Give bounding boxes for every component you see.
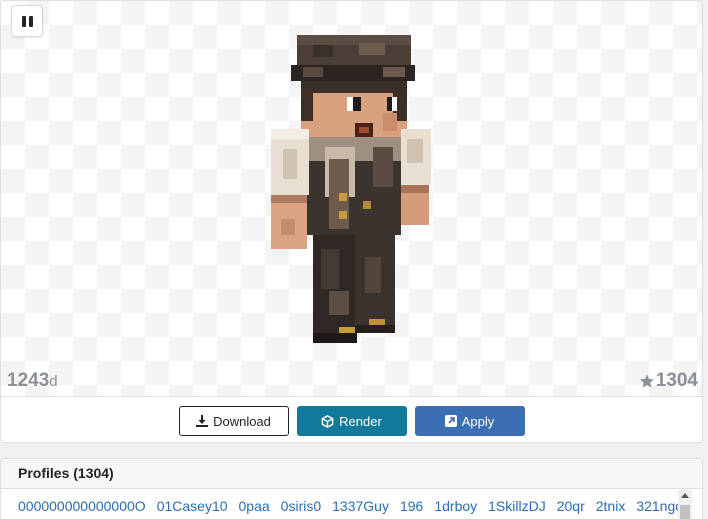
profiles-list: 000000000000000O 01Casey10 0paa 0siris0 1337… bbox=[1, 489, 702, 519]
scroll-thumb[interactable] bbox=[680, 505, 690, 519]
skin-render bbox=[271, 35, 431, 343]
profile-link[interactable]: 2tnix bbox=[596, 498, 626, 514]
profile-link[interactable]: 1337Guy bbox=[332, 498, 389, 514]
apply-button[interactable]: Apply bbox=[414, 406, 525, 436]
days-value: 1243 bbox=[7, 370, 50, 391]
days-counter: 1243d bbox=[7, 370, 58, 392]
days-unit: d bbox=[49, 373, 58, 390]
profile-link[interactable]: 0paa bbox=[239, 498, 270, 514]
profiles-card: Profiles (1304) 000000000000000O 01Casey1… bbox=[0, 458, 703, 519]
render-label: Render bbox=[339, 413, 382, 429]
download-icon bbox=[196, 415, 209, 427]
skin-3d-viewer[interactable]: 1243d 1304 bbox=[1, 1, 702, 397]
scroll-up-icon[interactable] bbox=[681, 493, 689, 498]
favorites-value: 1304 bbox=[655, 370, 698, 391]
profile-link[interactable]: 20qr bbox=[557, 498, 585, 514]
profile-link[interactable]: 1SkillzDJ bbox=[488, 498, 546, 514]
profile-link[interactable]: 321ngo bbox=[636, 498, 683, 514]
profile-link[interactable]: 196 bbox=[400, 498, 423, 514]
action-bar: Download Render Apply bbox=[1, 406, 702, 436]
profile-link[interactable]: 0siris0 bbox=[281, 498, 321, 514]
profile-link[interactable]: 1drboy bbox=[434, 498, 477, 514]
apply-label: Apply bbox=[461, 413, 495, 429]
download-button[interactable]: Download bbox=[178, 406, 289, 436]
cube-icon bbox=[321, 414, 334, 428]
pause-icon bbox=[21, 15, 26, 27]
external-link-icon bbox=[444, 415, 457, 427]
profiles-title: Profiles (1304) bbox=[1, 459, 702, 489]
star-icon bbox=[639, 374, 654, 388]
profile-link[interactable]: 01Casey10 bbox=[157, 498, 228, 514]
render-button[interactable]: Render bbox=[296, 406, 407, 436]
favorites-counter: 1304 bbox=[639, 370, 698, 392]
skin-viewer-card: 1243d 1304 Download Render Apply bbox=[0, 0, 703, 443]
pause-button[interactable] bbox=[11, 5, 43, 37]
download-label: Download bbox=[213, 413, 271, 429]
profile-link[interactable]: 000000000000000O bbox=[18, 498, 146, 514]
profiles-scrollbar[interactable] bbox=[678, 490, 692, 519]
